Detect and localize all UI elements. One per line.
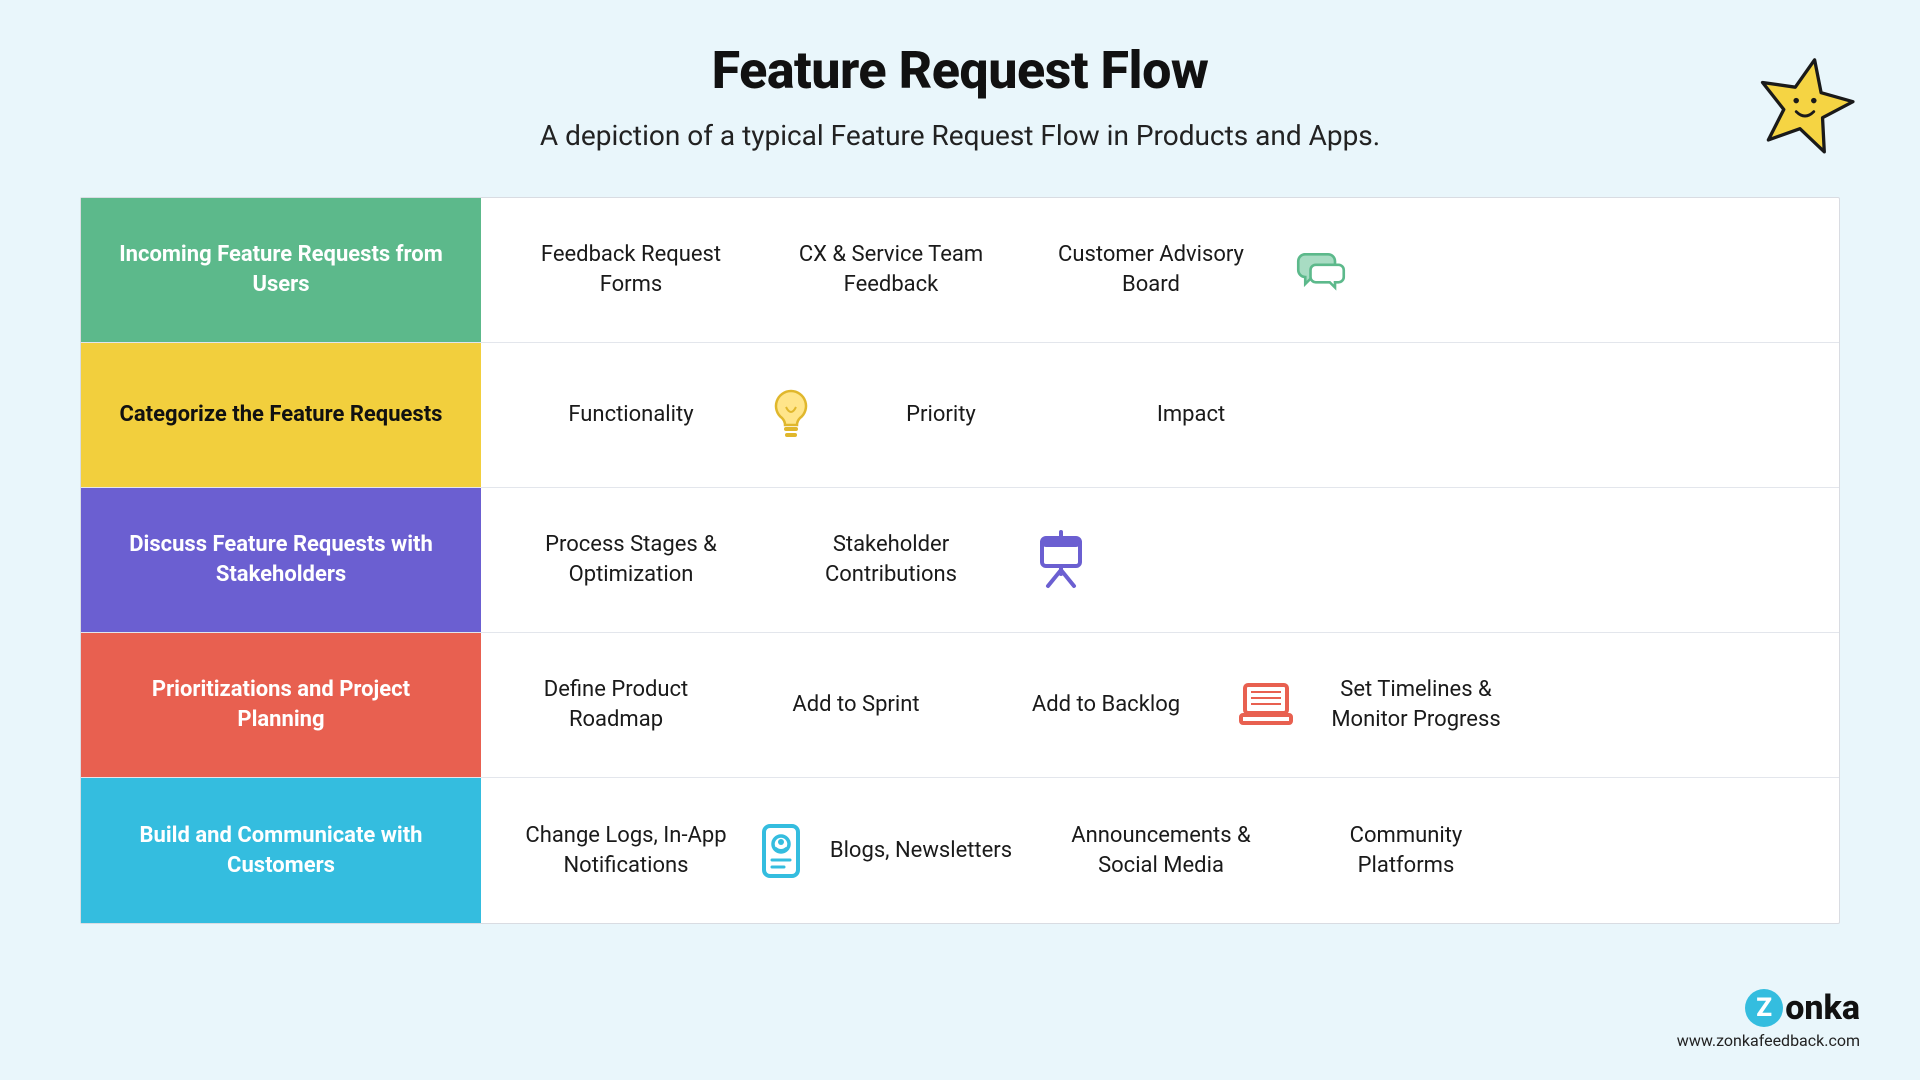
row-categorize: Categorize the Feature Requests Function… <box>81 343 1839 488</box>
row-item: Community Platforms <box>1291 821 1521 880</box>
row-item: Change Logs, In-App Notifications <box>501 821 751 880</box>
row-item: Stakeholder Contributions <box>761 530 1021 589</box>
row-prioritize: Prioritizations and Project Planning Def… <box>81 633 1839 778</box>
row-content: Functionality Priority Impact <box>481 343 1839 487</box>
row-content: Change Logs, In-App Notifications Blogs,… <box>481 778 1839 923</box>
row-item: Blogs, Newsletters <box>811 836 1031 866</box>
lightbulb-icon <box>761 385 821 445</box>
row-item: CX & Service Team Feedback <box>761 240 1021 299</box>
row-discuss: Discuss Feature Requests with Stakeholde… <box>81 488 1839 633</box>
row-label: Categorize the Feature Requests <box>81 343 481 487</box>
row-label: Build and Communicate with Customers <box>81 778 481 923</box>
row-item: Define Product Roadmap <box>501 675 731 734</box>
laptop-icon <box>1231 679 1301 731</box>
row-item: Add to Sprint <box>731 690 981 720</box>
row-content: Define Product Roadmap Add to Sprint Add… <box>481 633 1839 777</box>
row-label: Incoming Feature Requests from Users <box>81 198 481 342</box>
brand-logo: Z onka www.zonkafeedback.com <box>1677 988 1860 1050</box>
footer-url: www.zonkafeedback.com <box>1677 1031 1860 1050</box>
easel-icon <box>1021 530 1101 590</box>
row-incoming: Incoming Feature Requests from Users Fee… <box>81 198 1839 343</box>
row-item: Feedback Request Forms <box>501 240 761 299</box>
row-item: Add to Backlog <box>981 690 1231 720</box>
logo-mark: Z <box>1745 989 1783 1027</box>
row-build: Build and Communicate with Customers Cha… <box>81 778 1839 923</box>
row-item: Customer Advisory Board <box>1021 240 1281 299</box>
row-content: Feedback Request Forms CX & Service Team… <box>481 198 1839 342</box>
logo-text: onka <box>1785 988 1860 1028</box>
page-subtitle: A depiction of a typical Feature Request… <box>0 119 1920 152</box>
row-item: Impact <box>1061 400 1321 430</box>
row-item: Announcements & Social Media <box>1031 821 1291 880</box>
row-content: Process Stages & Optimization Stakeholde… <box>481 488 1839 632</box>
flow-table: Incoming Feature Requests from Users Fee… <box>80 197 1840 924</box>
chat-icon <box>1281 242 1361 298</box>
row-item: Set Timelines & Monitor Progress <box>1301 675 1531 734</box>
page-title: Feature Request Flow <box>0 40 1920 101</box>
star-icon <box>1750 50 1860 160</box>
row-label: Discuss Feature Requests with Stakeholde… <box>81 488 481 632</box>
badge-icon <box>751 822 811 880</box>
row-label: Prioritizations and Project Planning <box>81 633 481 777</box>
row-item: Process Stages & Optimization <box>501 530 761 589</box>
row-item: Functionality <box>501 400 761 430</box>
row-item: Priority <box>821 400 1061 430</box>
